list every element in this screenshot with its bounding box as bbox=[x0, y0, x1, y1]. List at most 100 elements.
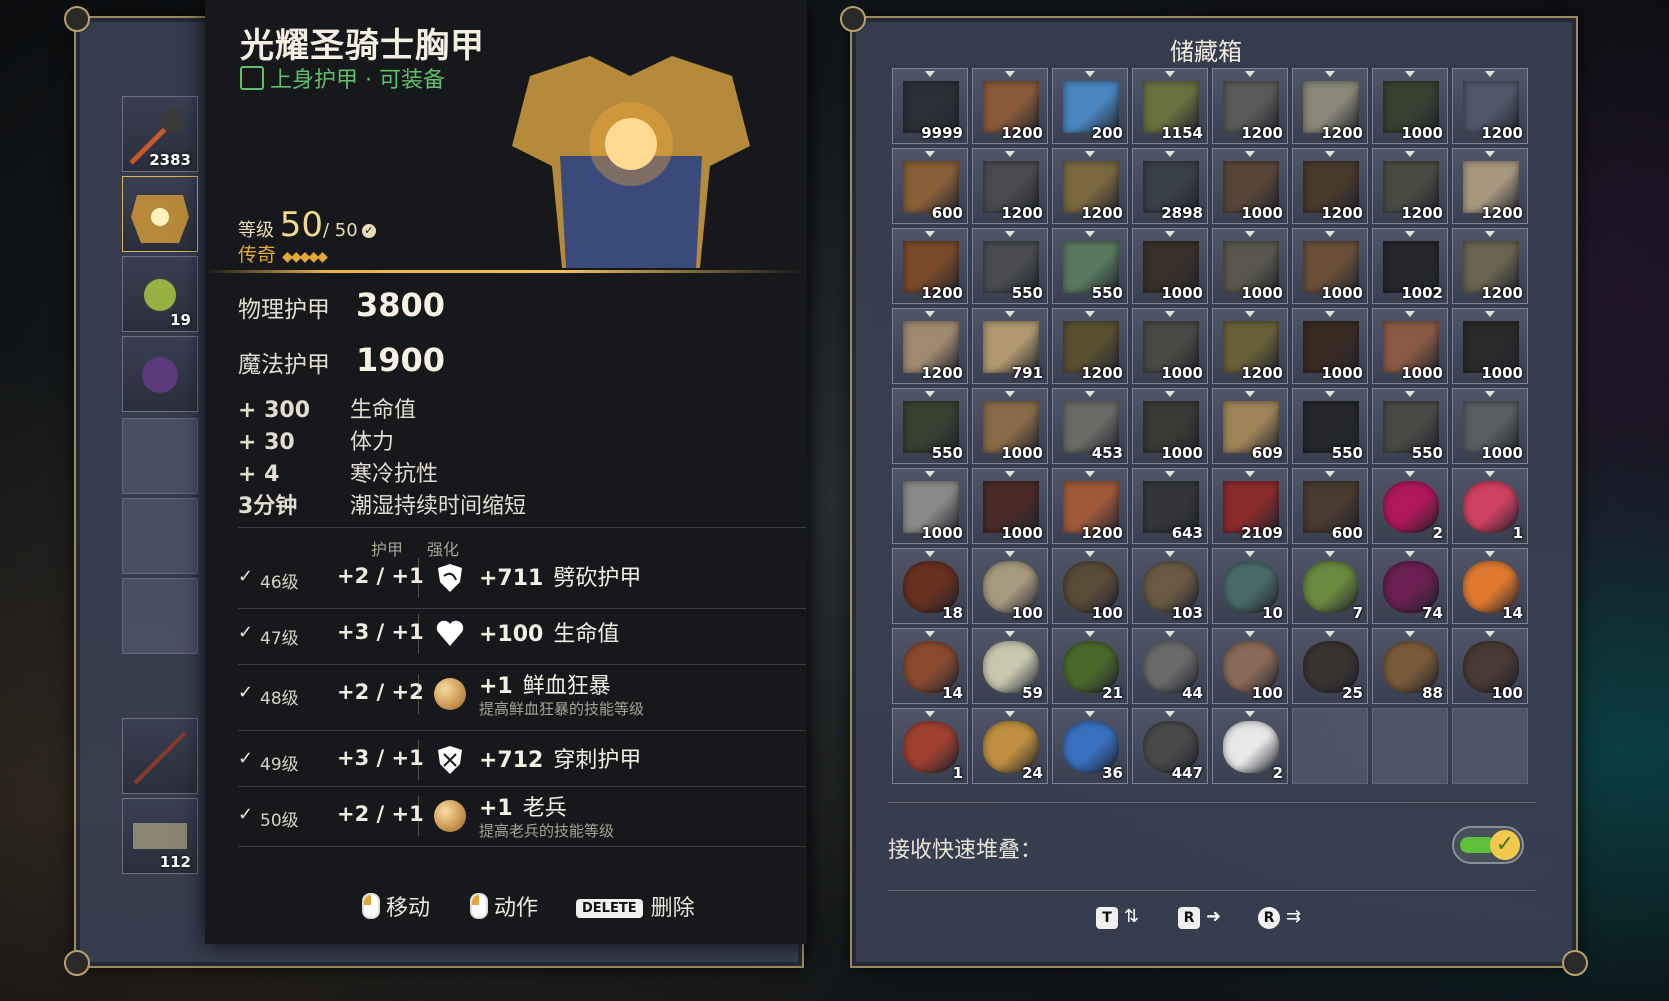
storage-slot[interactable]: 100 bbox=[972, 548, 1048, 624]
storage-slot[interactable]: 1200 bbox=[1052, 148, 1128, 224]
receive-quick-stack-toggle[interactable]: ✓ bbox=[1452, 826, 1524, 864]
storage-slot[interactable]: 1200 bbox=[1212, 68, 1288, 144]
storage-slot[interactable]: 1200 bbox=[1052, 468, 1128, 544]
storage-slot[interactable]: 1200 bbox=[972, 68, 1048, 144]
storage-slot[interactable]: 1000 bbox=[1372, 68, 1448, 144]
stack-count: 550 bbox=[1411, 444, 1443, 462]
storage-slot[interactable]: 1000 bbox=[972, 388, 1048, 464]
storage-slot[interactable]: 1000 bbox=[1132, 228, 1208, 304]
storage-slot[interactable]: 1000 bbox=[1452, 388, 1528, 464]
quality-gem-icon bbox=[1245, 711, 1255, 717]
empty-slot[interactable] bbox=[122, 498, 198, 574]
storage-slot[interactable]: 1000 bbox=[1452, 308, 1528, 384]
storage-slot[interactable]: 2109 bbox=[1212, 468, 1288, 544]
storage-slot[interactable]: 100 bbox=[1212, 628, 1288, 704]
sort-control[interactable]: T ⇅ bbox=[1096, 906, 1139, 929]
storage-slot[interactable]: 1200 bbox=[972, 148, 1048, 224]
hotbar-slot-item[interactable]: 112 bbox=[122, 798, 198, 874]
equip-slot-item[interactable]: 19 bbox=[122, 256, 198, 332]
stack-count: 1200 bbox=[1481, 204, 1523, 222]
storage-slot[interactable]: 2 bbox=[1372, 468, 1448, 544]
storage-slot[interactable]: 1000 bbox=[1292, 228, 1368, 304]
empty-storage-slot[interactable] bbox=[1372, 708, 1448, 784]
storage-slot[interactable]: 1200 bbox=[1052, 308, 1128, 384]
stack-count: 88 bbox=[1422, 684, 1443, 702]
storage-slot[interactable]: 100 bbox=[1452, 628, 1528, 704]
storage-slot[interactable]: 1200 bbox=[1452, 68, 1528, 144]
storage-slot[interactable]: 1200 bbox=[892, 308, 968, 384]
stack-count: 600 bbox=[931, 204, 963, 222]
storage-slot[interactable]: 1200 bbox=[1212, 308, 1288, 384]
storage-slot[interactable]: 1000 bbox=[972, 468, 1048, 544]
storage-slot[interactable]: 447 bbox=[1132, 708, 1208, 784]
frame-corner-ornament bbox=[840, 6, 866, 32]
delete-hint[interactable]: DELETE 删除 bbox=[576, 890, 695, 922]
storage-slot[interactable]: 1000 bbox=[1372, 308, 1448, 384]
storage-slot[interactable]: 74 bbox=[1372, 548, 1448, 624]
t-key-icon: T bbox=[1096, 907, 1118, 929]
storage-slot[interactable]: 10 bbox=[1212, 548, 1288, 624]
r-key-hold-icon: R bbox=[1258, 907, 1280, 929]
storage-slot[interactable]: 9999 bbox=[892, 68, 968, 144]
storage-slot[interactable]: 1200 bbox=[892, 228, 968, 304]
storage-slot[interactable]: 643 bbox=[1132, 468, 1208, 544]
transfer-control[interactable]: R ➜ bbox=[1178, 906, 1221, 929]
transfer-all-control[interactable]: R ⇉ bbox=[1258, 906, 1301, 929]
storage-slot[interactable]: 550 bbox=[1292, 388, 1368, 464]
storage-slot[interactable]: 44 bbox=[1132, 628, 1208, 704]
empty-slot[interactable] bbox=[122, 418, 198, 494]
storage-slot[interactable]: 1154 bbox=[1132, 68, 1208, 144]
storage-slot[interactable]: 1 bbox=[892, 708, 968, 784]
storage-slot[interactable]: 14 bbox=[1452, 548, 1528, 624]
stack-count: 1200 bbox=[1481, 284, 1523, 302]
storage-slot[interactable]: 24 bbox=[972, 708, 1048, 784]
storage-slot[interactable]: 2 bbox=[1212, 708, 1288, 784]
storage-slot[interactable]: 550 bbox=[892, 388, 968, 464]
storage-slot[interactable]: 18 bbox=[892, 548, 968, 624]
storage-slot[interactable]: 2898 bbox=[1132, 148, 1208, 224]
equip-slot-chest-selected[interactable] bbox=[122, 176, 198, 252]
storage-slot[interactable]: 1000 bbox=[1212, 228, 1288, 304]
storage-slot[interactable]: 1000 bbox=[1292, 308, 1368, 384]
storage-slot[interactable]: 14 bbox=[892, 628, 968, 704]
storage-slot[interactable]: 1000 bbox=[1132, 308, 1208, 384]
storage-slot[interactable]: 103 bbox=[1132, 548, 1208, 624]
storage-slot[interactable]: 600 bbox=[892, 148, 968, 224]
quality-gem-icon bbox=[1485, 631, 1495, 637]
empty-storage-slot[interactable] bbox=[1452, 708, 1528, 784]
hotbar-slot-spear[interactable] bbox=[122, 718, 198, 794]
equip-slot-ring[interactable] bbox=[122, 336, 198, 412]
storage-slot[interactable]: 1200 bbox=[1452, 228, 1528, 304]
storage-slot[interactable]: 1000 bbox=[1212, 148, 1288, 224]
storage-slot[interactable]: 550 bbox=[972, 228, 1048, 304]
stack-count: 103 bbox=[1171, 604, 1203, 622]
storage-slot[interactable]: 59 bbox=[972, 628, 1048, 704]
storage-slot[interactable]: 1200 bbox=[1452, 148, 1528, 224]
storage-slot[interactable]: 1000 bbox=[1132, 388, 1208, 464]
stack-count: 200 bbox=[1091, 124, 1123, 142]
empty-storage-slot[interactable] bbox=[1292, 708, 1368, 784]
storage-slot[interactable]: 609 bbox=[1212, 388, 1288, 464]
storage-slot[interactable]: 88 bbox=[1372, 628, 1448, 704]
storage-slot[interactable]: 100 bbox=[1052, 548, 1128, 624]
storage-slot[interactable]: 1200 bbox=[1292, 148, 1368, 224]
storage-slot[interactable]: 453 bbox=[1052, 388, 1128, 464]
empty-slot[interactable] bbox=[122, 578, 198, 654]
quality-gem-icon bbox=[1005, 151, 1015, 157]
storage-slot[interactable]: 25 bbox=[1292, 628, 1368, 704]
storage-slot[interactable]: 1000 bbox=[892, 468, 968, 544]
storage-slot[interactable]: 1200 bbox=[1292, 68, 1368, 144]
storage-slot[interactable]: 1002 bbox=[1372, 228, 1448, 304]
storage-slot[interactable]: 600 bbox=[1292, 468, 1368, 544]
storage-slot[interactable]: 1200 bbox=[1372, 148, 1448, 224]
storage-slot[interactable]: 200 bbox=[1052, 68, 1128, 144]
storage-slot[interactable]: 36 bbox=[1052, 708, 1128, 784]
equip-slot-weapon[interactable]: 2383 bbox=[122, 96, 198, 172]
quality-gem-icon bbox=[925, 391, 935, 397]
storage-slot[interactable]: 791 bbox=[972, 308, 1048, 384]
storage-slot[interactable]: 550 bbox=[1052, 228, 1128, 304]
storage-slot[interactable]: 21 bbox=[1052, 628, 1128, 704]
storage-slot[interactable]: 7 bbox=[1292, 548, 1368, 624]
storage-slot[interactable]: 1 bbox=[1452, 468, 1528, 544]
storage-slot[interactable]: 550 bbox=[1372, 388, 1448, 464]
